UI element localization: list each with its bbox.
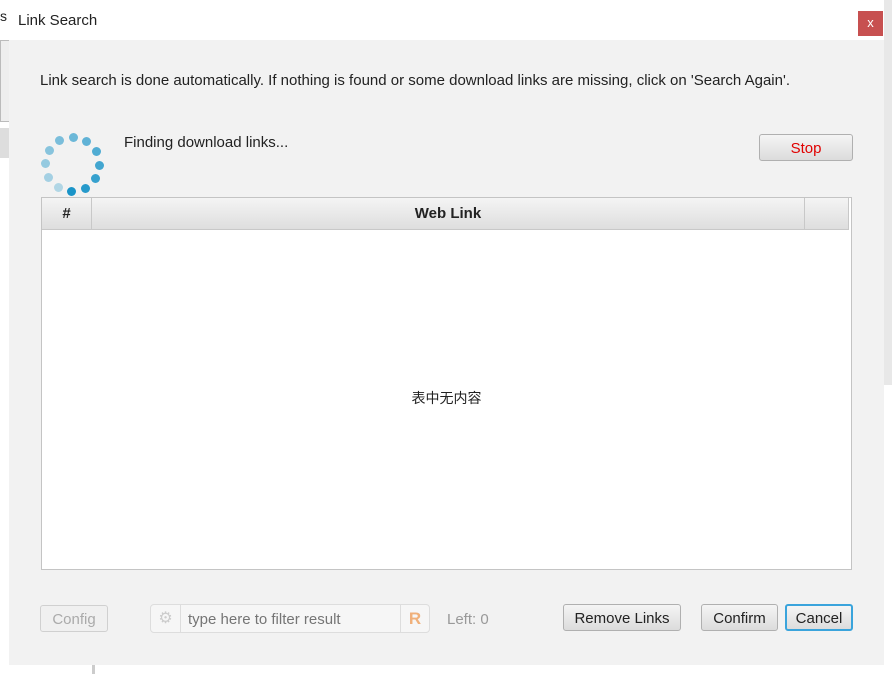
link-search-dialog: Link Search x Link search is done automa… [9,0,884,665]
column-header-number[interactable]: # [42,198,92,229]
title-bar[interactable]: Link Search x [9,0,884,40]
spinner-dot [41,159,50,169]
loading-spinner-icon [39,133,107,197]
table-header: # Web Link [42,198,849,230]
dialog-title: Link Search [18,12,98,29]
background-divider [92,665,95,674]
links-table: # Web Link 表中无内容 [41,197,852,570]
status-text: Finding download links... [124,134,289,151]
description-text: Link search is done automatically. If no… [40,72,791,89]
close-button[interactable]: x [858,11,883,36]
spinner-dot [44,145,54,155]
left-count: Left: 0 [447,611,489,628]
spinner-dot [53,183,63,193]
remove-links-button[interactable]: Remove Links [563,604,681,631]
regex-icon[interactable]: R [400,605,429,632]
spinner-dot [80,183,90,193]
filter-input[interactable] [181,605,410,634]
cancel-button[interactable]: Cancel [785,604,853,631]
filter-field[interactable]: ⚙ R [150,604,430,634]
spinner-dot [68,133,78,142]
spinner-dot [91,147,101,157]
background-panel [884,0,892,385]
stop-button[interactable]: Stop [759,134,853,161]
config-button[interactable]: Config [40,605,108,632]
confirm-button[interactable]: Confirm [701,604,778,631]
spinner-dot [55,136,65,146]
spinner-dot [67,186,77,196]
empty-table-message: 表中无内容 [411,390,482,406]
spinner-dot [82,136,92,146]
column-header-extra[interactable] [805,198,849,229]
gear-icon[interactable]: ⚙ [151,605,181,632]
spinner-dot [44,172,54,182]
spinner-dot [94,160,104,170]
column-header-web-link[interactable]: Web Link [92,198,805,229]
background-text: s [0,8,7,24]
spinner-dot [91,174,101,184]
